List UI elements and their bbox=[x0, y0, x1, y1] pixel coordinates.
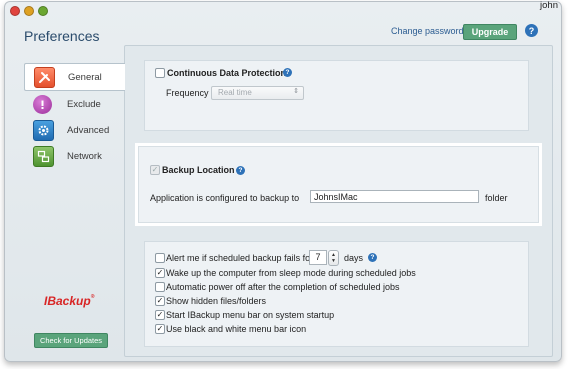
minimize-window-button[interactable] bbox=[24, 6, 34, 16]
startup-checkbox[interactable]: ✓ bbox=[155, 310, 165, 320]
hidden-files-checkbox[interactable]: ✓ bbox=[155, 296, 165, 306]
backup-location-label: Backup Location bbox=[162, 165, 235, 175]
help-icon[interactable]: ? bbox=[525, 24, 538, 37]
sidebar-item-network[interactable]: Network bbox=[24, 143, 124, 169]
backup-sentence-prefix: Application is configured to backup to bbox=[150, 193, 300, 203]
close-window-button[interactable] bbox=[10, 6, 20, 16]
exclamation-icon bbox=[33, 94, 52, 114]
tools-icon bbox=[34, 66, 55, 88]
power-off-label: Automatic power off after the completion… bbox=[166, 282, 400, 292]
alert-days-input[interactable]: 7 bbox=[309, 250, 327, 265]
sidebar-item-label: Advanced bbox=[67, 124, 110, 136]
hidden-files-label: Show hidden files/folders bbox=[166, 296, 267, 306]
alert-help-icon[interactable]: ? bbox=[368, 253, 377, 262]
alert-checkbox[interactable] bbox=[155, 253, 165, 263]
check-for-updates-button[interactable]: Check for Updates bbox=[34, 333, 108, 348]
backup-folder-input[interactable]: JohnsIMac bbox=[310, 190, 479, 203]
alert-prefix-label: Alert me if scheduled backup fails for bbox=[166, 253, 314, 263]
change-password-link[interactable]: Change password bbox=[391, 26, 464, 36]
bw-icon-checkbox[interactable]: ✓ bbox=[155, 324, 165, 334]
sidebar-item-label: General bbox=[68, 71, 102, 83]
cdp-label: Continuous Data Protection bbox=[167, 68, 286, 78]
sidebar-item-label: Network bbox=[67, 150, 102, 162]
ibackup-logo: IBackup® bbox=[44, 294, 95, 308]
alert-days-stepper[interactable]: ▲ ▼ bbox=[328, 250, 339, 266]
page-title: Preferences bbox=[24, 28, 100, 44]
upgrade-button[interactable]: Upgrade bbox=[463, 24, 517, 40]
sidebar-item-general[interactable]: General bbox=[24, 63, 125, 91]
frequency-value: Real time bbox=[218, 88, 252, 97]
startup-label: Start IBackup menu bar on system startup bbox=[166, 310, 335, 320]
backup-location-panel bbox=[138, 146, 539, 223]
backup-location-help-icon[interactable]: ? bbox=[236, 166, 245, 175]
cdp-help-icon[interactable]: ? bbox=[283, 68, 292, 77]
sidebar-item-exclude[interactable]: Exclude bbox=[24, 91, 124, 117]
wake-label: Wake up the computer from sleep mode dur… bbox=[166, 268, 416, 278]
backup-sentence-suffix: folder bbox=[485, 193, 508, 203]
wake-checkbox[interactable]: ✓ bbox=[155, 268, 165, 278]
updown-arrows-icon: ⇕ bbox=[293, 88, 299, 95]
username-label: john bbox=[540, 0, 558, 11]
sidebar-item-advanced[interactable]: Advanced bbox=[24, 117, 124, 143]
zoom-window-button[interactable] bbox=[38, 6, 48, 16]
power-off-checkbox[interactable] bbox=[155, 282, 165, 292]
bw-icon-label: Use black and white menu bar icon bbox=[166, 324, 307, 334]
backup-location-checkbox[interactable]: ✓ bbox=[150, 165, 160, 175]
sidebar-item-label: Exclude bbox=[67, 98, 101, 110]
frequency-label: Frequency bbox=[166, 88, 209, 98]
alert-suffix-label: days bbox=[344, 253, 364, 263]
window-controls bbox=[10, 6, 48, 16]
gear-icon bbox=[33, 119, 54, 141]
frequency-select[interactable]: Real time ⇕ bbox=[211, 86, 304, 100]
network-icon bbox=[33, 145, 54, 167]
cdp-checkbox[interactable] bbox=[155, 68, 165, 78]
sidebar: General Exclude Advanced Network bbox=[24, 63, 125, 169]
